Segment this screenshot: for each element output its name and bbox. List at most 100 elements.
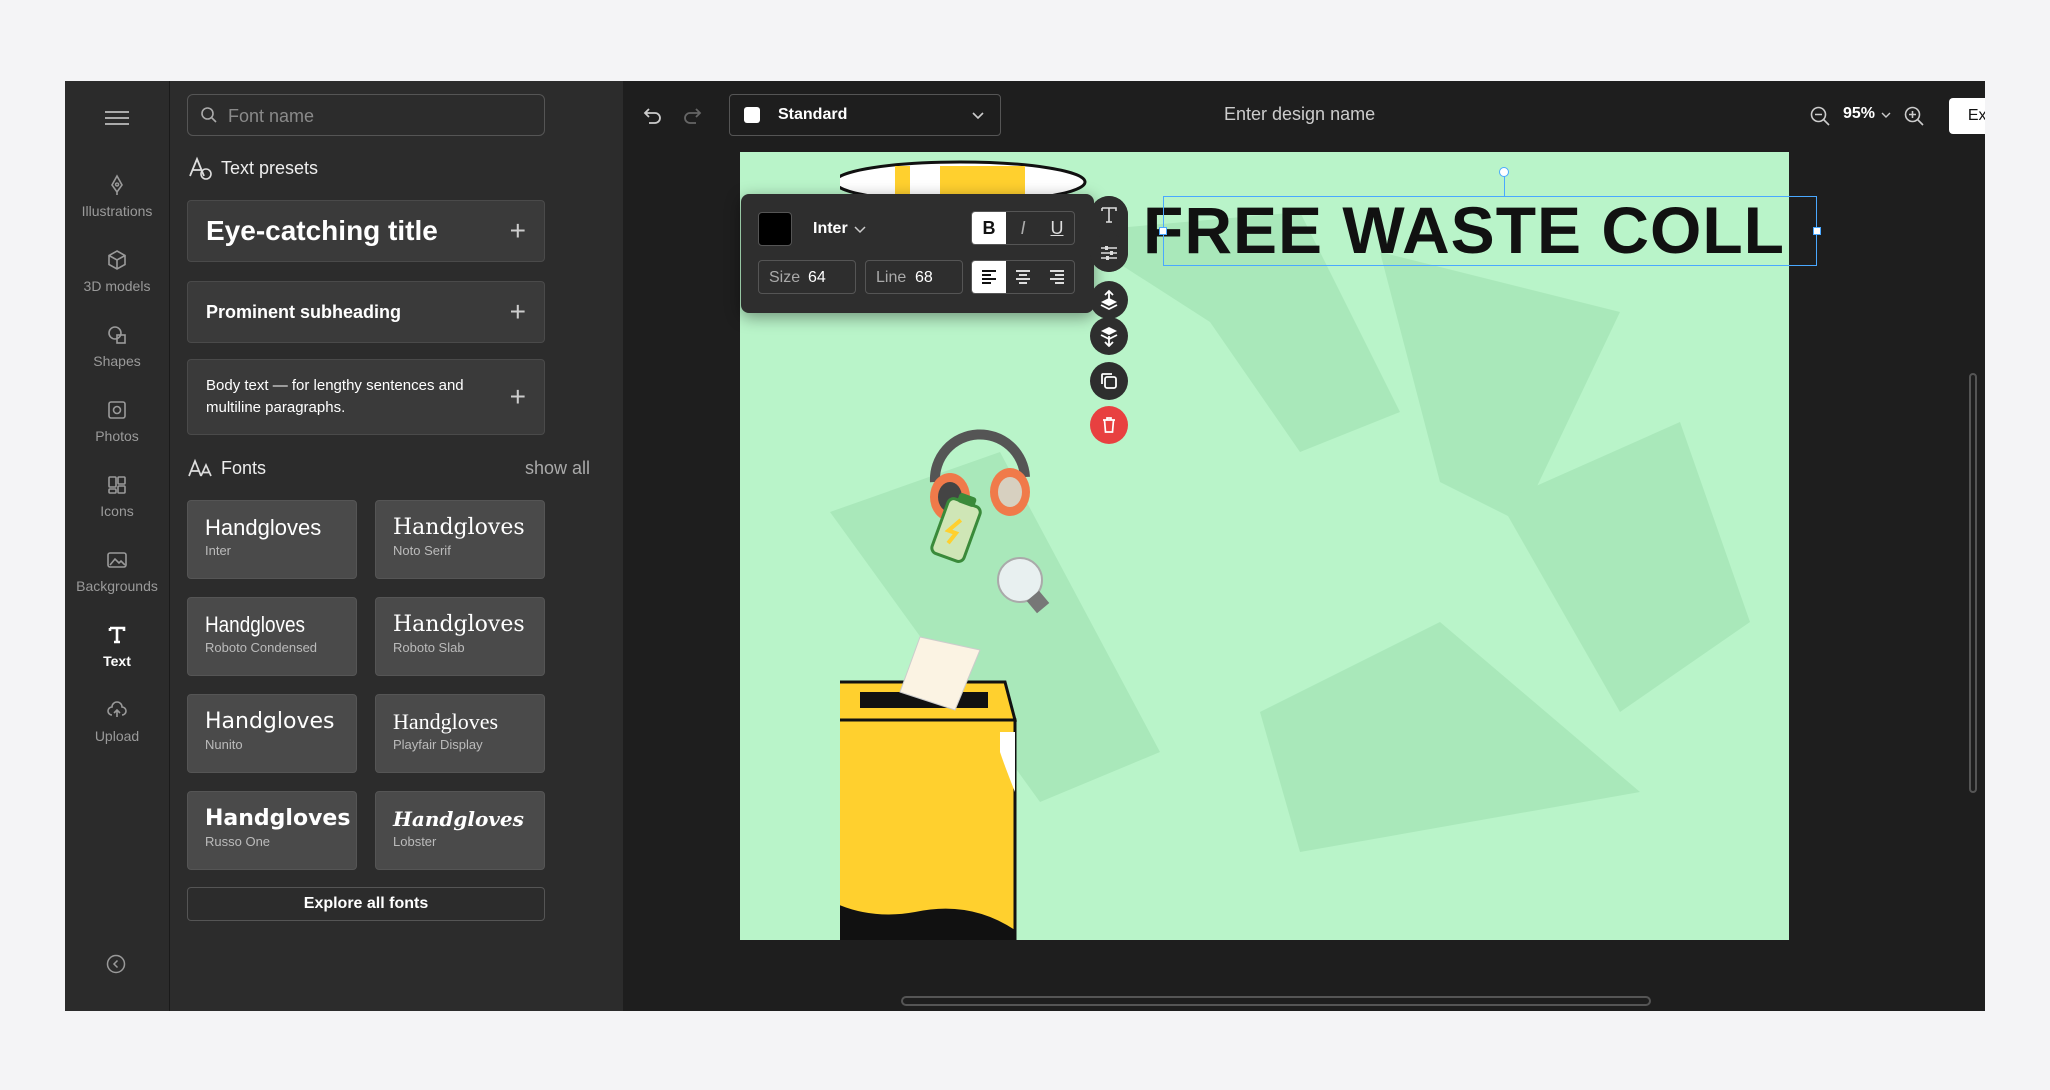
- adjust-button[interactable]: [1090, 234, 1128, 272]
- chevron-down-icon: [972, 112, 984, 120]
- font-sample: Handgloves: [205, 515, 322, 540]
- format-dropdown[interactable]: Standard: [729, 94, 1001, 136]
- top-bar: Standard Enter design name 95% Export: [624, 81, 1985, 152]
- font-card-roboto-slab[interactable]: Handgloves Roboto Slab: [375, 597, 545, 676]
- trash-icon: [1103, 417, 1115, 433]
- image-icon: [107, 552, 127, 568]
- align-center-icon: [1016, 270, 1030, 284]
- chevron-down-icon[interactable]: [1880, 109, 1892, 121]
- align-right-button[interactable]: [1040, 261, 1074, 293]
- format-label: Standard: [778, 106, 848, 123]
- fonts-heading: Fonts: [187, 454, 266, 482]
- plus-icon[interactable]: +: [510, 296, 526, 328]
- size-label: Size: [769, 269, 801, 286]
- font-card-playfair[interactable]: Handgloves Playfair Display: [375, 694, 545, 773]
- rail-item-upload[interactable]: Upload: [65, 698, 169, 762]
- alignment-group: [971, 260, 1075, 294]
- editor-app: Illustrations 3D models Shapes Photos Ic…: [65, 81, 1985, 1011]
- upload-cloud-icon: [107, 701, 127, 717]
- rail-label: Upload: [94, 728, 140, 744]
- horizontal-scrollbar[interactable]: [901, 996, 1651, 1006]
- align-left-button[interactable]: [972, 261, 1006, 293]
- rail-item-text[interactable]: Text: [65, 623, 169, 687]
- preset-title[interactable]: Eye-catching title +: [187, 200, 545, 262]
- line-label: Line: [876, 269, 907, 286]
- font-card-nunito[interactable]: Handgloves Nunito: [187, 694, 357, 773]
- rail-item-backgrounds[interactable]: Backgrounds: [65, 548, 169, 612]
- line-value: 68: [915, 269, 933, 286]
- send-backward-icon: [1100, 327, 1118, 347]
- text-format-toolbar: Inter B I U Size 64 Line 68: [741, 194, 1094, 313]
- rail-item-3d-models[interactable]: 3D models: [65, 248, 169, 312]
- cube-icon: [108, 250, 126, 270]
- font-card-roboto-condensed[interactable]: Handgloves Roboto Condensed: [187, 597, 357, 676]
- export-button[interactable]: Export: [1949, 98, 1985, 134]
- menu-icon[interactable]: [105, 107, 129, 131]
- edit-text-button[interactable]: [1090, 196, 1128, 234]
- font-family-select[interactable]: Inter: [813, 220, 848, 238]
- font-name: Roboto Condensed: [205, 640, 318, 655]
- text-panel: Text presets Eye-catching title + Promin…: [170, 81, 623, 1011]
- font-card-russo-one[interactable]: Handgloves Russo One: [187, 791, 357, 870]
- font-name: Russo One: [205, 834, 271, 849]
- plus-icon[interactable]: +: [510, 383, 526, 411]
- font-name: Nunito: [205, 737, 243, 752]
- rail-label: Illustrations: [81, 203, 153, 219]
- design-name-input[interactable]: Enter design name: [1224, 104, 1375, 125]
- rail-label: Shapes: [93, 353, 141, 369]
- text-presets-heading: Text presets: [187, 154, 318, 182]
- rail-item-photos[interactable]: Photos: [65, 398, 169, 462]
- send-backward-button[interactable]: [1090, 317, 1128, 355]
- plus-icon[interactable]: +: [510, 215, 526, 247]
- chevron-down-icon[interactable]: [853, 222, 867, 236]
- rotation-handle[interactable]: [1499, 167, 1509, 177]
- text-style-icon: [189, 156, 212, 180]
- font-card-lobster[interactable]: Handgloves Lobster: [375, 791, 545, 870]
- italic-button[interactable]: I: [1006, 212, 1040, 244]
- format-swatch: [744, 107, 760, 123]
- text-color-swatch[interactable]: [758, 212, 792, 246]
- collapse-panel-icon[interactable]: [106, 954, 126, 974]
- explore-fonts-button[interactable]: Explore all fonts: [187, 887, 545, 921]
- font-search: [187, 94, 545, 137]
- sliders-icon: [1101, 246, 1117, 260]
- vertical-scrollbar[interactable]: [1969, 373, 1977, 793]
- rail-item-icons[interactable]: Icons: [65, 473, 169, 537]
- font-search-input[interactable]: [226, 95, 540, 137]
- pen-nib-icon: [111, 174, 123, 195]
- show-all-link[interactable]: show all: [525, 458, 590, 479]
- bold-button[interactable]: B: [972, 212, 1006, 244]
- rail-label: Backgrounds: [76, 578, 158, 594]
- rail-item-illustrations[interactable]: Illustrations: [65, 173, 169, 237]
- preset-label: Prominent subheading: [206, 301, 402, 322]
- underline-button[interactable]: U: [1040, 212, 1074, 244]
- rail-item-shapes[interactable]: Shapes: [65, 323, 169, 387]
- font-card-noto-serif[interactable]: Handgloves Noto Serif: [375, 500, 545, 579]
- align-right-icon: [1050, 270, 1064, 284]
- text-presets-title: Text presets: [221, 157, 319, 178]
- undo-icon[interactable]: [638, 104, 664, 130]
- bring-forward-button[interactable]: [1090, 281, 1128, 319]
- selection-box: [1163, 196, 1817, 266]
- font-card-inter[interactable]: Handgloves Inter: [187, 500, 357, 579]
- preset-body[interactable]: Body text — for lengthy sentences and mu…: [187, 359, 545, 435]
- font-size-field[interactable]: Size 64: [758, 260, 856, 294]
- duplicate-button[interactable]: [1090, 362, 1128, 400]
- zoom-in-icon[interactable]: [1903, 105, 1925, 127]
- line-height-field[interactable]: Line 68: [865, 260, 963, 294]
- resize-handle-right[interactable]: [1813, 227, 1821, 235]
- resize-handle-left[interactable]: [1159, 227, 1167, 235]
- zoom-level[interactable]: 95%: [1843, 105, 1875, 123]
- duplicate-icon: [1101, 373, 1117, 389]
- delete-button[interactable]: [1090, 406, 1128, 444]
- fonts-title: Fonts: [221, 457, 267, 478]
- font-name: Roboto Slab: [393, 640, 465, 655]
- redo-icon[interactable]: [681, 104, 707, 130]
- preset-subheading[interactable]: Prominent subheading +: [187, 281, 545, 343]
- font-name: Lobster: [393, 834, 437, 849]
- align-center-button[interactable]: [1006, 261, 1040, 293]
- zoom-out-icon[interactable]: [1809, 105, 1831, 127]
- font-sample: Handgloves: [205, 612, 305, 637]
- align-left-icon: [982, 270, 996, 284]
- rail-label: Photos: [95, 428, 139, 444]
